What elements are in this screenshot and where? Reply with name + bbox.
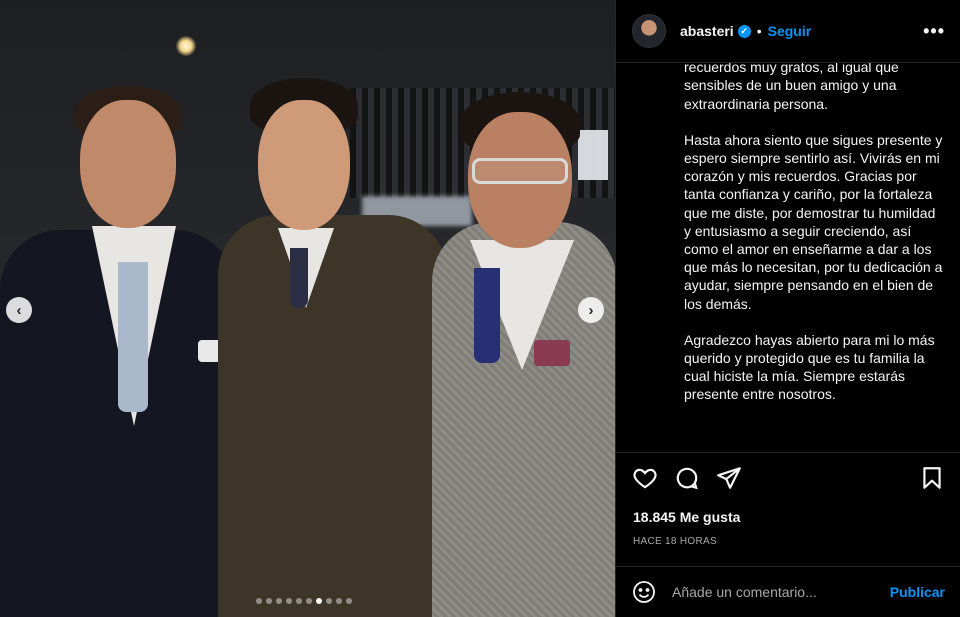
caption-paragraph: Agradezco hayas abierto para mi lo más q…: [684, 331, 935, 403]
action-bar: [616, 452, 960, 502]
comment-bar: Publicar: [616, 566, 960, 617]
username-link[interactable]: abasteri: [680, 23, 734, 39]
post-sidebar: abasteri ✓ • Seguir ••• disfrutar tantas…: [615, 0, 960, 617]
carousel-dot: [276, 598, 282, 604]
carousel-dot: [306, 598, 312, 604]
carousel-dot: [266, 598, 272, 604]
background-screen: [578, 130, 608, 180]
post-photo: ‹ ›: [0, 0, 615, 617]
publish-button[interactable]: Publicar: [890, 584, 945, 600]
carousel-dot: [346, 598, 352, 604]
emoji-icon[interactable]: [632, 580, 656, 604]
chevron-left-icon[interactable]: ‹: [6, 297, 32, 323]
avatar[interactable]: [632, 14, 666, 48]
comment-input[interactable]: [672, 584, 880, 600]
carousel-indicator: [256, 598, 352, 604]
carousel-dot: [336, 598, 342, 604]
post-timestamp: HACE 18 HORAS: [633, 536, 717, 547]
bookmark-icon[interactable]: [919, 465, 945, 491]
carousel-dot: [256, 598, 262, 604]
follow-button[interactable]: Seguir: [768, 23, 812, 39]
likes-count[interactable]: 18.845 Me gusta: [633, 509, 740, 525]
carousel-dot: [316, 598, 322, 604]
post-caption: disfrutar tantas historias, momentos y r…: [684, 40, 946, 452]
carousel-dot: [326, 598, 332, 604]
carousel-dot: [296, 598, 302, 604]
background-lamp: [176, 36, 196, 56]
verified-badge-icon: ✓: [737, 24, 751, 38]
heart-icon[interactable]: [632, 465, 658, 491]
comment-icon[interactable]: [674, 465, 700, 491]
caption-paragraph: Hasta ahora siento que sigues presente y…: [684, 131, 943, 312]
send-icon[interactable]: [716, 465, 742, 491]
chevron-right-icon[interactable]: ›: [578, 297, 604, 323]
carousel-dot: [286, 598, 292, 604]
post-header: abasteri ✓ • Seguir •••: [616, 0, 960, 63]
separator: •: [756, 23, 762, 39]
more-options-icon[interactable]: •••: [923, 21, 945, 42]
